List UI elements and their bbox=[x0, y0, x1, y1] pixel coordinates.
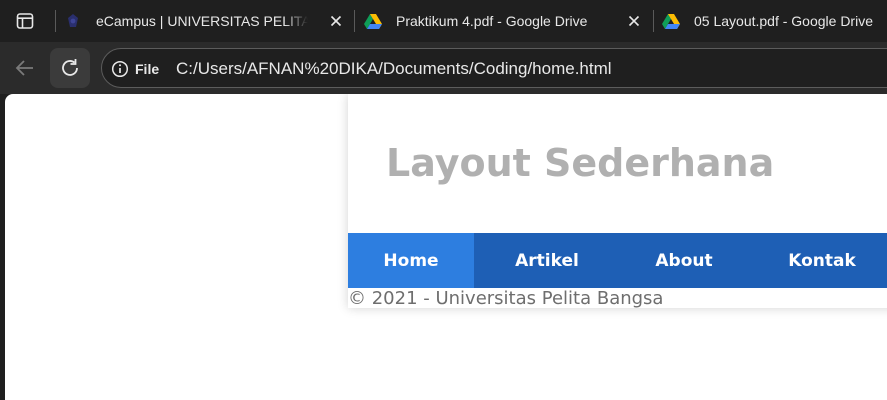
close-tab-icon[interactable] bbox=[624, 11, 644, 31]
back-button[interactable] bbox=[6, 49, 44, 87]
reload-button[interactable] bbox=[50, 48, 90, 88]
google-drive-icon bbox=[364, 12, 382, 30]
page-container: Layout Sederhana Home Artikel About Kont… bbox=[348, 94, 887, 309]
tab-separator bbox=[653, 10, 654, 32]
tab-title-fade bbox=[284, 0, 318, 42]
google-drive-icon bbox=[662, 12, 680, 30]
nav-item-home[interactable]: Home bbox=[348, 233, 474, 288]
url-text[interactable]: C:/Users/AFNAN%20DIKA/Documents/Coding/h… bbox=[176, 59, 612, 79]
arrow-left-icon bbox=[15, 60, 33, 76]
nav-item-about[interactable]: About bbox=[620, 233, 748, 288]
page-viewport: Layout Sederhana Home Artikel About Kont… bbox=[5, 94, 887, 400]
tab-title: eCampus | UNIVERSITAS PELITA BANGSA bbox=[96, 13, 314, 29]
tab-separator bbox=[55, 10, 56, 32]
tab-separator bbox=[354, 10, 355, 32]
tab-strip: eCampus | UNIVERSITAS PELITA BANGSA Prak… bbox=[0, 0, 887, 42]
nav-item-kontak[interactable]: Kontak bbox=[748, 233, 887, 288]
tab-title: Praktikum 4.pdf - Google Drive bbox=[396, 13, 588, 29]
campus-favicon-icon bbox=[64, 12, 82, 30]
tab-ecampus[interactable]: eCampus | UNIVERSITAS PELITA BANGSA bbox=[64, 0, 354, 42]
tab-05-layout[interactable]: 05 Layout.pdf - Google Drive bbox=[662, 0, 887, 42]
main-nav: Home Artikel About Kontak bbox=[348, 233, 887, 288]
sidebar-panel-icon bbox=[16, 13, 34, 29]
site-info-button[interactable]: File bbox=[111, 59, 159, 79]
tab-praktikum-4[interactable]: Praktikum 4.pdf - Google Drive bbox=[364, 0, 654, 42]
close-tab-icon[interactable] bbox=[326, 11, 346, 31]
info-icon bbox=[111, 60, 129, 78]
address-bar[interactable]: File C:/Users/AFNAN%20DIKA/Documents/Cod… bbox=[101, 48, 887, 88]
page-footer: © 2021 - Universitas Pelita Bangsa bbox=[348, 288, 664, 309]
site-info-label: File bbox=[135, 61, 160, 77]
browser-toolbar: File C:/Users/AFNAN%20DIKA/Documents/Cod… bbox=[0, 42, 887, 94]
tab-title: 05 Layout.pdf - Google Drive bbox=[694, 13, 873, 29]
page-title: Layout Sederhana bbox=[386, 141, 775, 185]
nav-item-artikel[interactable]: Artikel bbox=[474, 233, 620, 288]
reload-icon bbox=[62, 59, 78, 76]
tab-actions-button[interactable] bbox=[8, 6, 42, 36]
